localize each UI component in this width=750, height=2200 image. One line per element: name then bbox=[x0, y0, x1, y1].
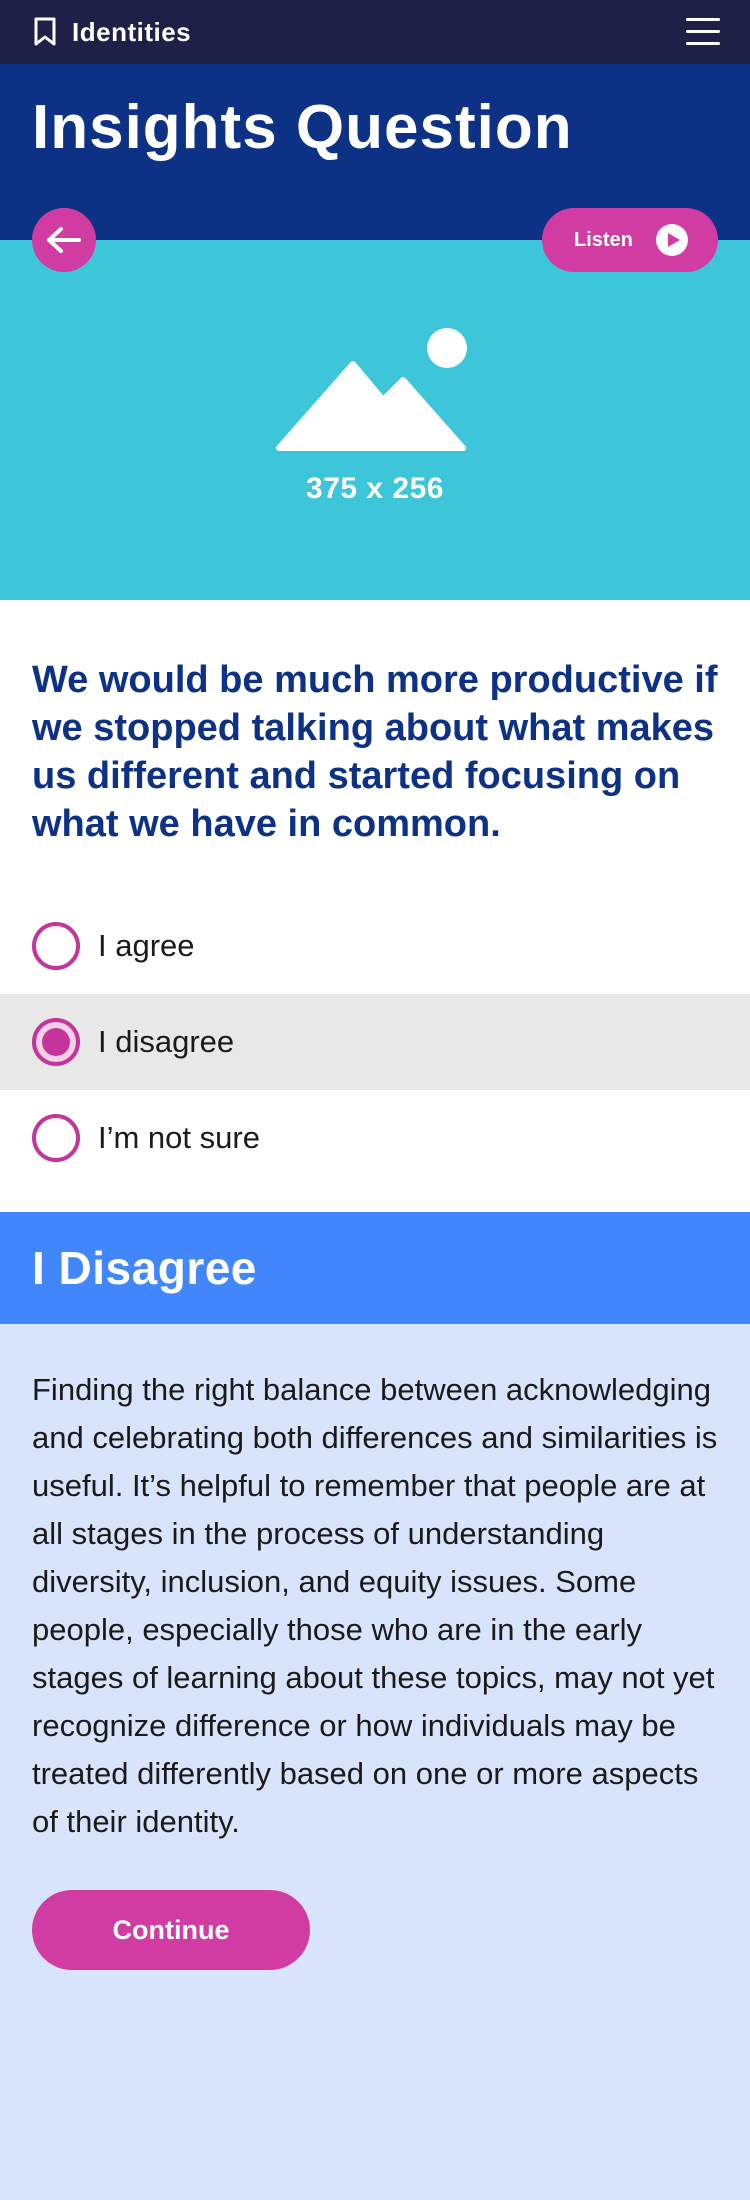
hamburger-menu-icon[interactable] bbox=[686, 18, 720, 46]
option-label: I agree bbox=[98, 928, 195, 963]
continue-button[interactable]: Continue bbox=[32, 1890, 310, 1970]
arrow-left-icon bbox=[47, 227, 81, 253]
listen-label: Listen bbox=[574, 228, 633, 251]
play-icon bbox=[656, 224, 688, 256]
option-label: I disagree bbox=[98, 1024, 235, 1059]
image-placeholder: 375 x 256 bbox=[0, 322, 750, 506]
hero-image: Listen 375 x 256 bbox=[0, 208, 750, 600]
feedback-title: I Disagree bbox=[32, 1242, 257, 1294]
brand-name[interactable]: Identities bbox=[72, 17, 191, 48]
bookmark-icon[interactable] bbox=[32, 17, 58, 47]
feedback-body: Finding the right balance between acknow… bbox=[0, 1324, 750, 2030]
option-agree[interactable]: I agree bbox=[0, 898, 750, 994]
placeholder-dimensions: 375 x 256 bbox=[306, 472, 444, 505]
question-text: We would be much more productive if we s… bbox=[32, 659, 718, 845]
radio-button-checked[interactable] bbox=[32, 1018, 80, 1066]
radio-button[interactable] bbox=[32, 922, 80, 970]
feedback-text: Finding the right balance between acknow… bbox=[32, 1372, 718, 1839]
image-placeholder-icon bbox=[276, 328, 467, 451]
feedback-header: I Disagree bbox=[0, 1212, 750, 1324]
listen-button[interactable]: Listen bbox=[542, 208, 718, 272]
option-disagree[interactable]: I disagree bbox=[0, 994, 750, 1090]
option-label: I’m not sure bbox=[98, 1120, 260, 1155]
radio-button[interactable] bbox=[32, 1114, 80, 1162]
question-section: We would be much more productive if we s… bbox=[0, 600, 750, 1212]
option-not-sure[interactable]: I’m not sure bbox=[0, 1090, 750, 1186]
back-button[interactable] bbox=[32, 208, 96, 272]
page-title: Insights Question bbox=[32, 93, 573, 162]
top-bar: Identities bbox=[0, 0, 750, 64]
